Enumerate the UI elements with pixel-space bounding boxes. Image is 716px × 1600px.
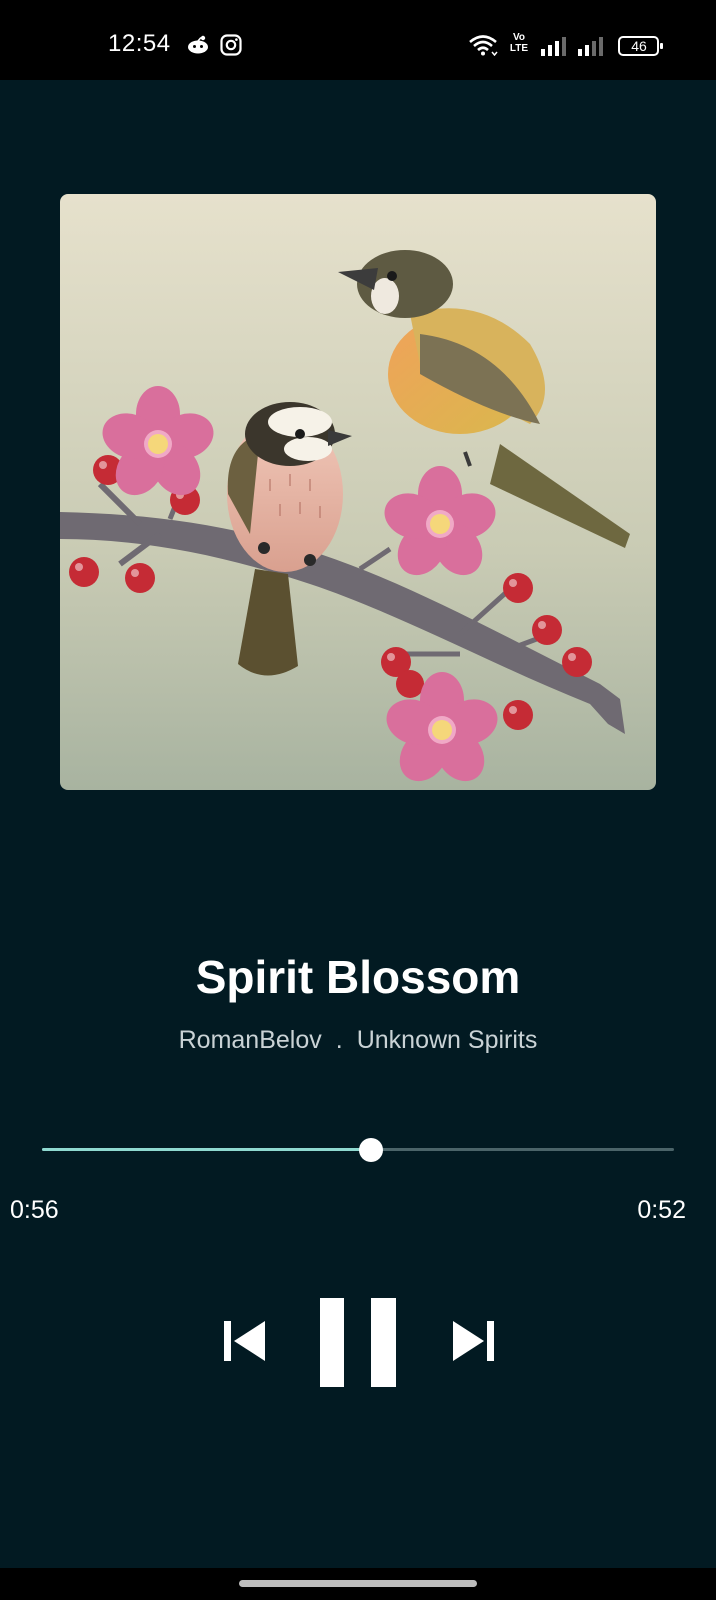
elapsed-time: 0:56 xyxy=(10,1196,59,1224)
artist-name[interactable]: RomanBelov xyxy=(179,1026,322,1054)
pause-icon xyxy=(320,1298,396,1388)
next-button[interactable] xyxy=(452,1320,496,1362)
track-title: Spirit Blossom xyxy=(195,951,521,1003)
album-name[interactable]: Unknown Spirits xyxy=(357,1026,538,1054)
seek-thumb[interactable] xyxy=(359,1138,383,1162)
previous-button[interactable] xyxy=(222,1320,266,1362)
navigation-bar xyxy=(0,1568,716,1600)
track-subtitle: RomanBelov. Unknown Spirits xyxy=(0,1026,716,1055)
seek-bar[interactable] xyxy=(42,1138,674,1162)
volte-icon: Vo LTE xyxy=(507,32,531,54)
wifi-icon xyxy=(468,34,498,61)
volte-label: Vo LTE xyxy=(509,32,529,54)
instagram-icon xyxy=(220,34,242,61)
skip-next-icon xyxy=(452,1320,496,1362)
reddit-icon xyxy=(186,34,210,59)
signal-icon xyxy=(541,36,567,61)
album-art xyxy=(60,194,656,790)
pause-button[interactable] xyxy=(320,1298,396,1388)
status-bar: 12:54 Vo LTE 46 xyxy=(0,0,716,80)
signal-icon-2 xyxy=(578,36,604,61)
status-time: 12:54 xyxy=(108,30,171,57)
home-indicator[interactable] xyxy=(239,1580,477,1587)
skip-previous-icon xyxy=(222,1320,266,1362)
subtitle-separator: . xyxy=(335,1026,343,1054)
battery-icon: 46 xyxy=(618,35,664,62)
music-player-screen: 12:54 Vo LTE 46 Spirit Blossom RomanBelo… xyxy=(0,0,716,1600)
remaining-time: 0:52 xyxy=(637,1196,686,1224)
battery-level: 46 xyxy=(631,38,647,54)
seek-progress xyxy=(42,1148,371,1151)
